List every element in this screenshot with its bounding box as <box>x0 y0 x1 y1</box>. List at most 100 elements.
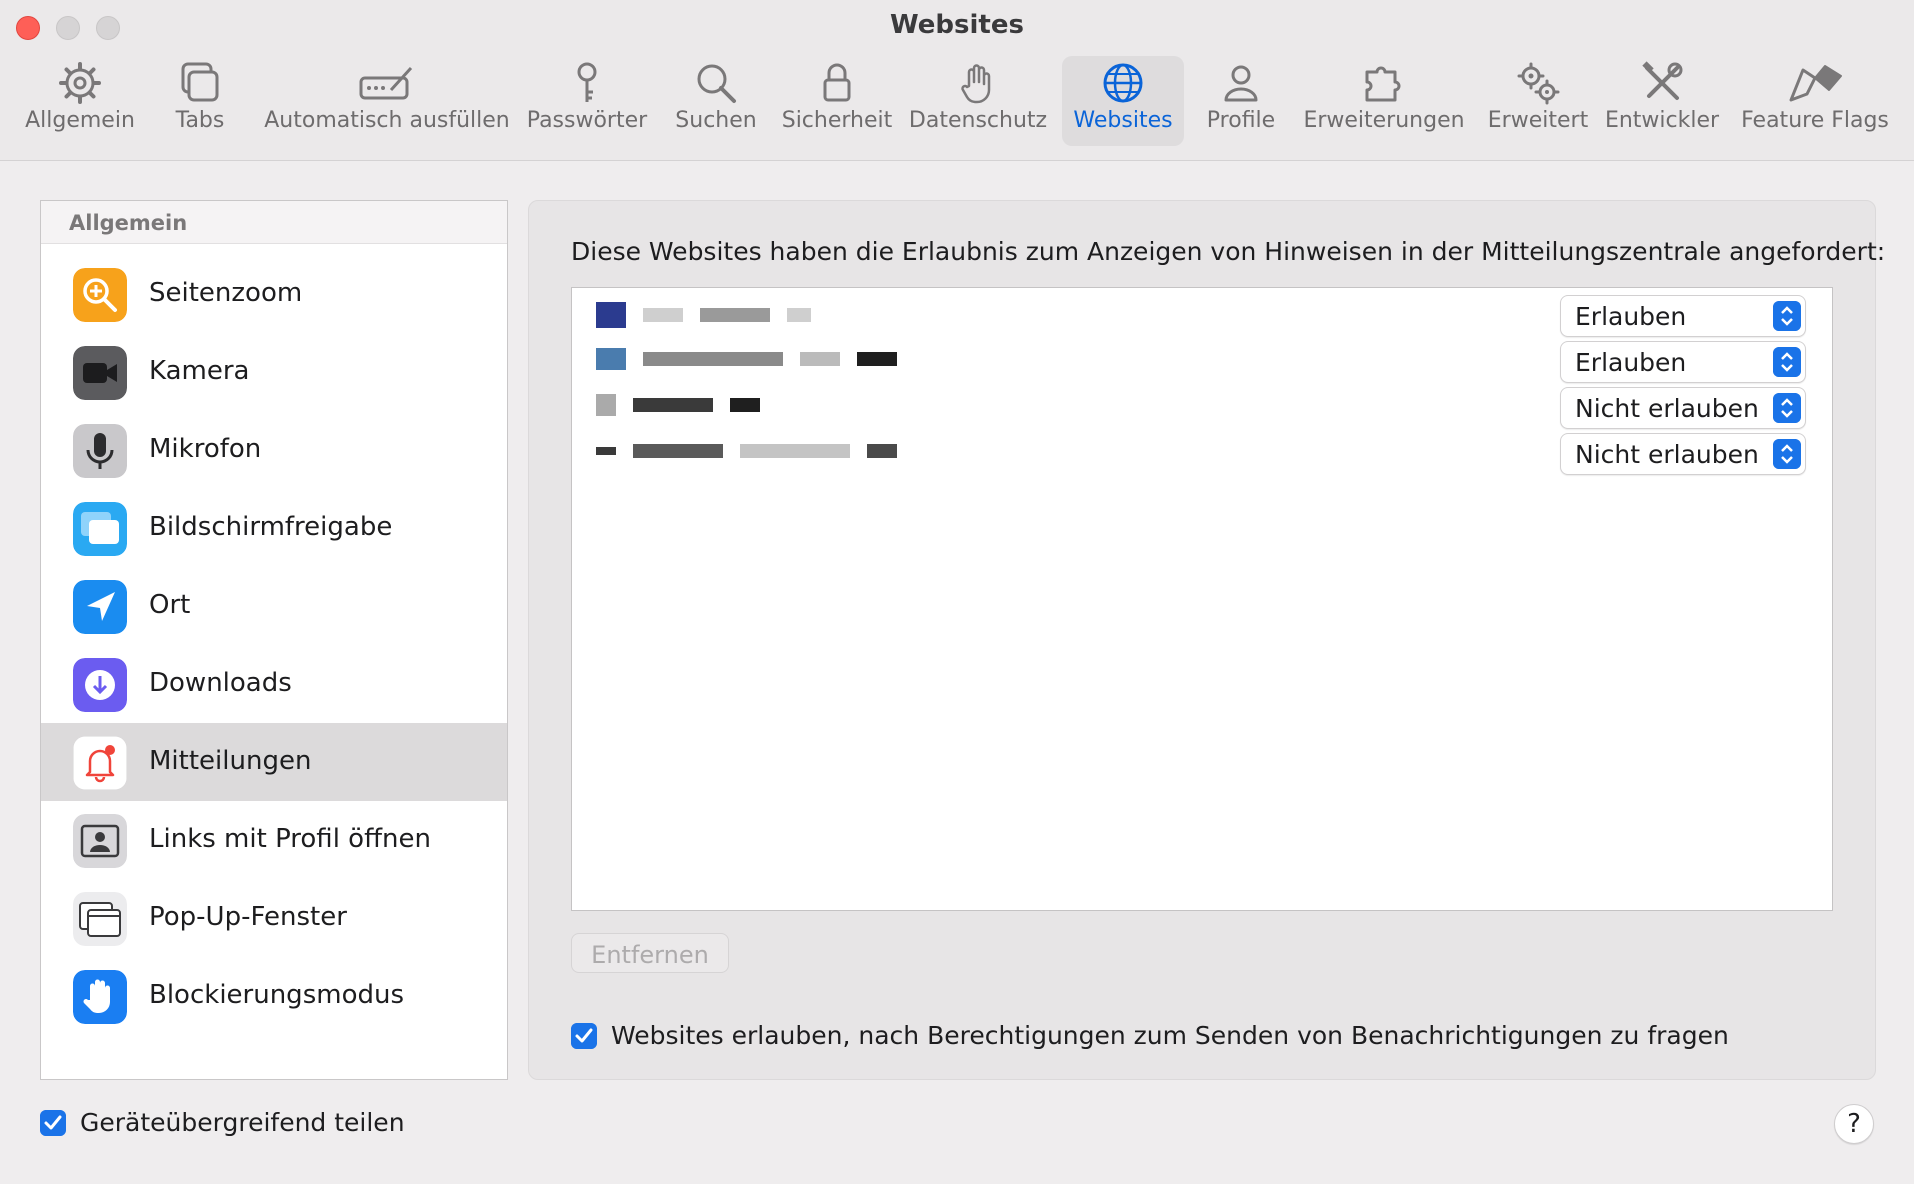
sidebar-section-header: Allgemein <box>41 201 507 244</box>
tab-security[interactable]: Sicherheit <box>778 56 896 146</box>
table-row[interactable]: Nicht erlauben <box>572 426 1832 482</box>
flags-icon <box>1789 65 1842 102</box>
chevron-updown-icon <box>1773 301 1801 331</box>
sidebar-item-downloads[interactable]: Downloads <box>41 645 507 723</box>
tab-label: Websites <box>1073 108 1173 133</box>
permission-value: Nicht erlauben <box>1575 394 1759 423</box>
permission-select[interactable]: Erlauben <box>1560 341 1806 383</box>
share-across-devices-label[interactable]: Geräteübergreifend teilen <box>80 1108 405 1137</box>
website-name-redacted <box>596 440 901 468</box>
website-name-redacted <box>596 348 901 376</box>
tab-label: Erweiterungen <box>1303 108 1465 133</box>
tab-search[interactable]: Suchen <box>664 56 768 146</box>
zoom-icon <box>73 268 127 322</box>
permission-select[interactable]: Nicht erlauben <box>1560 433 1806 475</box>
website-name-redacted <box>596 302 815 330</box>
chevron-updown-icon <box>1773 393 1801 423</box>
hand-icon <box>961 64 991 104</box>
tab-extensions[interactable]: Erweiterungen <box>1303 56 1465 146</box>
tab-label: Datenschutz <box>908 108 1048 133</box>
sidebar-item-label: Ort <box>149 590 191 620</box>
tab-label: Allgemein <box>25 108 135 133</box>
sidebar-item-label: Bildschirmfreigabe <box>149 512 393 542</box>
panel-description: Diese Websites haben die Erlaubnis zum A… <box>571 237 1886 266</box>
search-icon <box>697 64 736 103</box>
sidebar[interactable]: Allgemein Seitenzoom Kamera Mikrofon Bil… <box>40 200 508 1080</box>
tab-label: Automatisch ausfüllen <box>264 108 510 133</box>
tab-advanced[interactable]: Erweitert <box>1482 56 1594 146</box>
tab-passwords[interactable]: Passwörter <box>522 56 652 146</box>
location-icon <box>73 580 127 634</box>
tab-tabs[interactable]: Tabs <box>150 56 250 146</box>
toolbar: Websites Allgemein Tabs Automatisch ausf… <box>0 0 1914 161</box>
camera-icon <box>73 346 127 400</box>
chevron-updown-icon <box>1773 439 1801 469</box>
help-button[interactable]: ? <box>1834 1104 1874 1144</box>
permission-select[interactable]: Erlauben <box>1560 295 1806 337</box>
block-hand-icon <box>73 970 127 1024</box>
website-list[interactable]: Erlauben Erlauben Nicht erlauben Nicht e… <box>571 287 1833 911</box>
tab-label: Tabs <box>175 108 225 133</box>
autofill-icon <box>359 66 413 100</box>
popup-window-icon <box>73 892 127 946</box>
tab-label: Entwickler <box>1604 108 1720 133</box>
permission-select[interactable]: Nicht erlauben <box>1560 387 1806 429</box>
puzzle-icon <box>1365 66 1401 102</box>
tab-autofill[interactable]: Automatisch ausfüllen <box>262 56 512 146</box>
microphone-icon <box>73 424 127 478</box>
tab-label: Suchen <box>675 108 757 133</box>
ask-permission-checkbox[interactable] <box>571 1023 597 1049</box>
tab-label: Passwörter <box>526 108 648 133</box>
person-icon <box>1224 65 1258 102</box>
tab-allgemein[interactable]: Allgemein <box>20 56 140 146</box>
share-across-devices-checkbox[interactable] <box>40 1110 66 1136</box>
remove-button[interactable]: Entfernen <box>571 933 729 973</box>
tabs-icon <box>181 62 219 102</box>
tab-feature-flags[interactable]: Feature Flags <box>1740 56 1890 146</box>
gear-icon <box>59 62 101 104</box>
gears-icon <box>1517 62 1560 105</box>
chevron-updown-icon <box>1773 347 1801 377</box>
website-name-redacted <box>596 394 764 422</box>
tab-websites[interactable]: Websites <box>1062 56 1184 146</box>
bell-icon <box>73 736 127 790</box>
sidebar-item-mikrofon[interactable]: Mikrofon <box>41 411 507 489</box>
tab-developer[interactable]: Entwickler <box>1602 56 1722 146</box>
permission-value: Nicht erlauben <box>1575 440 1759 469</box>
tab-privacy[interactable]: Datenschutz <box>908 56 1048 146</box>
sidebar-header-label: Allgemein <box>69 211 188 235</box>
profile-link-icon <box>73 814 127 868</box>
sidebar-item-blockierungsmodus[interactable]: Blockierungsmodus <box>41 957 507 1035</box>
ask-permission-label[interactable]: Websites erlauben, nach Berechtigungen z… <box>611 1021 1729 1050</box>
permission-value: Erlauben <box>1575 348 1687 377</box>
sidebar-item-label: Mitteilungen <box>149 746 312 776</box>
sidebar-item-ort[interactable]: Ort <box>41 567 507 645</box>
screen-share-icon <box>73 502 127 556</box>
download-icon <box>73 658 127 712</box>
tab-label: Profile <box>1206 108 1276 133</box>
sidebar-item-label: Mikrofon <box>149 434 262 464</box>
sidebar-item-pop-up-fenster[interactable]: Pop-Up-Fenster <box>41 879 507 957</box>
sidebar-item-kamera[interactable]: Kamera <box>41 333 507 411</box>
sidebar-item-seitenzoom[interactable]: Seitenzoom <box>41 255 507 333</box>
sidebar-item-label: Kamera <box>149 356 250 386</box>
sidebar-item-bildschirmfreigabe[interactable]: Bildschirmfreigabe <box>41 489 507 567</box>
sidebar-item-label: Blockierungsmodus <box>149 980 404 1010</box>
sidebar-item-links-mit-profil[interactable]: Links mit Profil öffnen <box>41 801 507 879</box>
sidebar-item-label: Seitenzoom <box>149 278 303 308</box>
sidebar-item-label: Pop-Up-Fenster <box>149 902 347 932</box>
tab-label: Sicherheit <box>781 108 893 133</box>
preferences-window: Websites Allgemein Tabs Automatisch ausf… <box>0 0 1914 1184</box>
sidebar-item-label: Downloads <box>149 668 292 698</box>
tab-label: Erweitert <box>1487 108 1589 133</box>
key-icon <box>577 62 597 102</box>
tools-icon <box>1642 61 1683 100</box>
sidebar-item-mitteilungen[interactable]: Mitteilungen <box>41 723 507 801</box>
tab-profiles[interactable]: Profile <box>1196 56 1286 146</box>
sidebar-item-label: Links mit Profil öffnen <box>149 824 431 854</box>
permission-value: Erlauben <box>1575 302 1687 331</box>
notifications-panel: Diese Websites haben die Erlaubnis zum A… <box>528 200 1885 1080</box>
window-title: Websites <box>890 10 1024 40</box>
lock-icon <box>823 63 851 102</box>
tab-label: Feature Flags <box>1741 108 1889 133</box>
